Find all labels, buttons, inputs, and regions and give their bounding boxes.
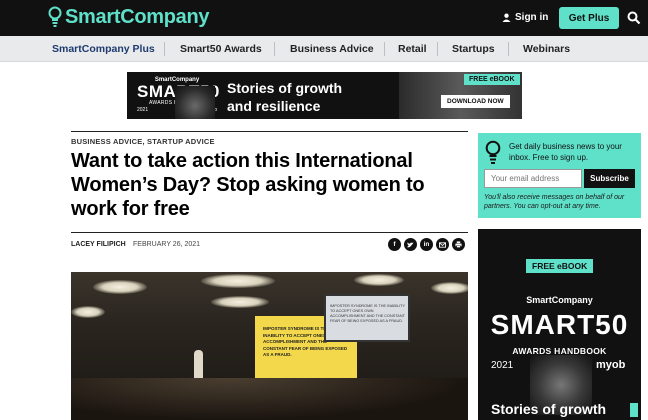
ceiling-light: [201, 274, 275, 288]
sidebar-ad-brand: SmartCompany: [526, 295, 593, 305]
article-categories[interactable]: BUSINESS ADVICE, STARTUP ADVICE: [71, 137, 215, 146]
divider: [71, 131, 468, 132]
signup-note: You'll also receive messages on behalf o…: [484, 194, 625, 210]
nav-divider: [164, 42, 165, 56]
top-bar: SmartCompany Sign in Get Plus: [0, 0, 648, 36]
article-date: FEBRUARY 26, 2021: [133, 241, 201, 248]
email-field[interactable]: [484, 169, 582, 188]
linkedin-icon[interactable]: in: [420, 238, 433, 251]
nav-item-smartcompany-plus[interactable]: SmartCompany Plus: [52, 43, 155, 55]
ceiling-light: [93, 280, 147, 294]
print-icon[interactable]: [452, 238, 465, 251]
nav-divider: [384, 42, 385, 56]
article-title: Want to take action this International W…: [71, 150, 425, 220]
article-author[interactable]: LACEY FILIPICH: [71, 241, 126, 248]
monitor-text: IMPOSTER SYNDROME IS THE INABILITY TO AC…: [330, 304, 405, 323]
banner-headline: Stories of growth and resilience: [227, 79, 342, 115]
nav-item-retail[interactable]: Retail: [398, 43, 427, 55]
signup-text: Get daily business news to your inbox. F…: [509, 142, 622, 162]
sign-in-link[interactable]: Sign in: [502, 12, 548, 23]
user-icon: [502, 13, 511, 22]
banner-ad[interactable]: SmartCompany SMART50 AWARDS HANDBOOK 202…: [127, 72, 522, 119]
ceiling-light: [354, 274, 404, 286]
lightbulb-icon: [48, 6, 62, 27]
nav-item-startups[interactable]: Startups: [452, 43, 495, 55]
sidebar-ad-title: SMART50: [490, 309, 629, 340]
ceiling-light: [71, 306, 105, 318]
nav-item-smart50-awards[interactable]: Smart50 Awards: [180, 43, 262, 55]
sidebar-ad[interactable]: FREE eBOOK SmartCompany SMART50 AWARDS H…: [478, 229, 641, 420]
email-icon[interactable]: [436, 238, 449, 251]
sidebar-ad-partner: myob: [596, 359, 626, 371]
banner-headline-line2: and resilience: [227, 98, 321, 114]
speaker-figure: [194, 350, 203, 378]
monitor-screen: IMPOSTER SYNDROME IS THE INABILITY TO AC…: [324, 294, 410, 342]
twitter-icon[interactable]: [404, 238, 417, 251]
divider: [71, 232, 468, 233]
sidebar-ad-free-badge: FREE eBOOK: [526, 259, 594, 273]
site-logo[interactable]: SmartCompany: [48, 5, 210, 29]
lightbulb-icon: [485, 140, 501, 164]
handbook-year: 2021: [137, 107, 149, 113]
banner-headline-line1: Stories of growth: [227, 80, 343, 96]
banner-photo-person: [175, 86, 215, 119]
subscribe-button[interactable]: Subscribe: [584, 169, 635, 188]
newsletter-signup: Get daily business news to your inbox. F…: [478, 133, 641, 218]
sign-in-label: Sign in: [515, 12, 549, 23]
nav-divider: [274, 42, 275, 56]
search-icon[interactable]: [627, 11, 641, 25]
ceiling-light: [431, 282, 468, 294]
nav-item-webinars[interactable]: Webinars: [523, 43, 570, 55]
nav-divider: [437, 42, 438, 56]
banner-free-badge: FREE eBOOK: [464, 74, 520, 85]
sidebar-ad-accent: [630, 403, 638, 417]
get-plus-button[interactable]: Get Plus: [559, 7, 619, 29]
logo-text: SmartCompany: [65, 5, 210, 28]
audience: [71, 378, 468, 420]
share-buttons: f in: [388, 238, 465, 251]
sidebar-ad-headline: Stories of growth: [491, 401, 607, 417]
nav-item-business-advice[interactable]: Business Advice: [290, 43, 374, 55]
sidebar-ad-year: 2021: [491, 360, 514, 371]
nav-divider: [508, 42, 509, 56]
ceiling-light: [211, 296, 269, 308]
facebook-icon[interactable]: f: [388, 238, 401, 251]
hero-image: IMPOSTER SYNDROME IS THE INABILITY TO AC…: [71, 272, 468, 420]
main-nav: SmartCompany Plus Smart50 Awards Busines…: [0, 36, 648, 62]
banner-download-button[interactable]: DOWNLOAD NOW: [441, 95, 510, 108]
